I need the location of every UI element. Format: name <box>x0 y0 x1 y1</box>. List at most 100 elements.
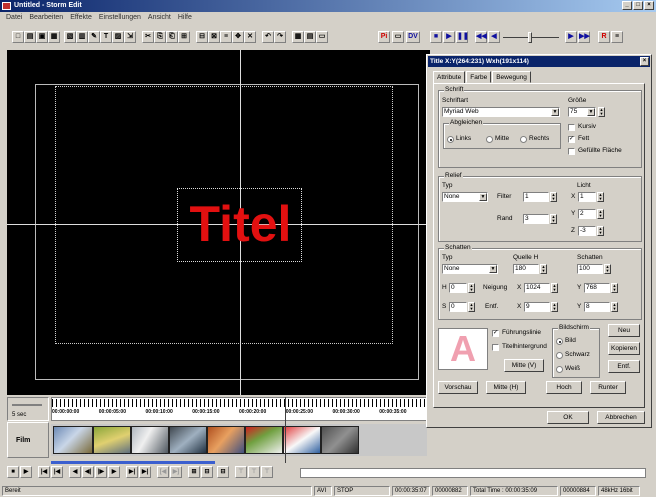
group-icon[interactable]: ⊟ <box>196 31 208 43</box>
video-clip[interactable] <box>321 426 359 454</box>
settings-icon[interactable]: ≡ <box>611 31 623 43</box>
pause-icon[interactable]: ❚❚ <box>456 31 469 43</box>
menu-hilfe[interactable]: Hilfe <box>178 12 192 23</box>
prev-clip-icon[interactable]: |◀ <box>51 466 63 478</box>
licht-y-input[interactable]: 2 <box>578 209 596 219</box>
align-center-radio[interactable] <box>486 136 493 143</box>
split-icon[interactable]: ⊞ <box>178 31 190 43</box>
video-preview[interactable]: Titel <box>7 50 430 395</box>
rewind-icon[interactable]: ◀ <box>69 466 81 478</box>
tab-bewegung[interactable]: Bewegung <box>492 71 531 83</box>
align-left-radio[interactable] <box>447 136 454 143</box>
step-forward-icon[interactable]: |▶ <box>95 466 107 478</box>
step-forward-icon[interactable]: ▶ <box>565 31 577 43</box>
chevron-down-icon[interactable]: ▼ <box>479 193 487 201</box>
chevron-down-icon[interactable]: ▼ <box>587 108 595 116</box>
preview-button[interactable]: Vorschau <box>438 381 478 394</box>
export-icon[interactable]: ⇲ <box>124 31 136 43</box>
import-icon[interactable]: ▧ <box>64 31 76 43</box>
screen-bild-radio[interactable] <box>556 338 563 345</box>
jog-slider-thumb[interactable] <box>528 32 532 43</box>
rand-spinner[interactable]: ▲ ▼ <box>550 214 557 224</box>
video-clip[interactable] <box>131 426 169 454</box>
image-icon[interactable]: ▨ <box>112 31 124 43</box>
filter-input[interactable]: 1 <box>523 192 549 202</box>
go-start-icon[interactable]: |◀ <box>38 466 50 478</box>
menu-einstellungen[interactable]: Einstellungen <box>99 12 141 23</box>
video-clip[interactable] <box>169 426 207 454</box>
delete-button[interactable]: Entf. <box>608 360 640 373</box>
chevron-down-icon[interactable]: ▼ <box>551 108 559 116</box>
relief-type-select[interactable]: None ▼ <box>442 192 488 202</box>
quelle-input[interactable]: 180 <box>513 264 539 274</box>
neigung-x-input[interactable]: 1024 <box>524 283 550 293</box>
neigung-y-input[interactable]: 768 <box>584 283 610 293</box>
video-clip[interactable] <box>207 426 245 454</box>
cut-marker-icon[interactable]: ⊤ <box>235 466 247 478</box>
marker-end-icon[interactable]: ⊤ <box>261 466 273 478</box>
filled-area-checkbox[interactable] <box>568 148 575 155</box>
frame-button[interactable]: ▭ <box>392 31 404 43</box>
paste-icon[interactable]: ⎗ <box>166 31 178 43</box>
frame-icon[interactable]: ▭ <box>316 31 328 43</box>
schatten-spinner[interactable]: ▲ ▼ <box>604 264 611 274</box>
open-icon[interactable]: ▤ <box>24 31 36 43</box>
mark-in-icon[interactable]: [◀ <box>157 466 169 478</box>
zoom-control[interactable]: 5 sec <box>7 397 49 421</box>
text-icon[interactable]: T <box>100 31 112 43</box>
maximize-button[interactable]: □ <box>633 1 643 10</box>
timeline-playhead[interactable] <box>285 397 286 463</box>
licht-z-spinner[interactable]: ▲ ▼ <box>597 226 604 236</box>
zoom-slider[interactable] <box>12 404 42 406</box>
font-size-spinner[interactable]: ▲ ▼ <box>598 107 605 117</box>
filter-spinner[interactable]: ▲ ▼ <box>550 192 557 202</box>
step-back-icon[interactable]: ◀ <box>488 31 500 43</box>
video-clip[interactable] <box>245 426 283 454</box>
schatten-input[interactable]: 100 <box>577 264 603 274</box>
mark-out-icon[interactable]: ▶] <box>170 466 182 478</box>
h-input[interactable]: 0 <box>449 283 467 293</box>
cancel-button[interactable]: Abbrechen <box>597 411 645 424</box>
entf-y-spinner[interactable]: ▲ ▼ <box>611 302 618 312</box>
delete-icon[interactable]: ✕ <box>244 31 256 43</box>
menu-bearbeiten[interactable]: Bearbeiten <box>29 12 63 23</box>
video-clip[interactable] <box>93 426 131 454</box>
position-slider[interactable] <box>300 468 646 478</box>
fast-forward-icon[interactable]: ▶▶ <box>578 31 590 43</box>
center-v-button[interactable]: Mitte (V) <box>504 359 544 372</box>
trim-icon[interactable]: ⊟ <box>217 466 229 478</box>
guideline-checkbox[interactable]: ✓ <box>492 330 499 337</box>
stop-icon[interactable]: ■ <box>7 466 19 478</box>
tab-farbe[interactable]: Farbe <box>466 71 492 83</box>
split-icon[interactable]: ⊞ <box>188 466 200 478</box>
go-end-icon[interactable]: ▶| <box>139 466 151 478</box>
entf-y-input[interactable]: 8 <box>584 302 610 312</box>
print-icon[interactable]: ▦ <box>48 31 60 43</box>
licht-x-spinner[interactable]: ▲ ▼ <box>597 192 604 202</box>
play-icon[interactable]: ▶ <box>443 31 455 43</box>
ok-button[interactable]: OK <box>547 411 589 424</box>
title-selection-box[interactable]: Titel <box>177 188 302 262</box>
redo-icon[interactable]: ↷ <box>274 31 286 43</box>
copy-button[interactable]: Kopieren <box>608 342 640 355</box>
bars-icon[interactable]: ▥ <box>76 31 88 43</box>
entf-x-input[interactable]: 9 <box>524 302 550 312</box>
title-background-checkbox[interactable] <box>492 344 499 351</box>
tools-icon[interactable]: ✎ <box>88 31 100 43</box>
cut-icon[interactable]: ✂ <box>142 31 154 43</box>
join-icon[interactable]: ⊟ <box>201 466 213 478</box>
undo-icon[interactable]: ↶ <box>262 31 274 43</box>
stop-icon[interactable]: ■ <box>430 31 442 43</box>
s-input[interactable]: 0 <box>449 302 467 312</box>
down-button[interactable]: Runter <box>590 381 626 394</box>
screen-weiss-radio[interactable] <box>556 366 563 373</box>
minimize-button[interactable]: _ <box>622 1 632 10</box>
bold-checkbox[interactable]: ✓ <box>568 136 575 143</box>
forward-icon[interactable]: ▶ <box>108 466 120 478</box>
s-spinner[interactable]: ▲ ▼ <box>468 302 475 312</box>
shadow-type-select[interactable]: None ▼ <box>442 264 498 274</box>
marker-icon[interactable]: ⊤ <box>248 466 260 478</box>
font-select[interactable]: Myriad Web ▼ <box>442 107 560 117</box>
neigung-y-spinner[interactable]: ▲ ▼ <box>611 283 618 293</box>
quelle-spinner[interactable]: ▲ ▼ <box>540 264 547 274</box>
